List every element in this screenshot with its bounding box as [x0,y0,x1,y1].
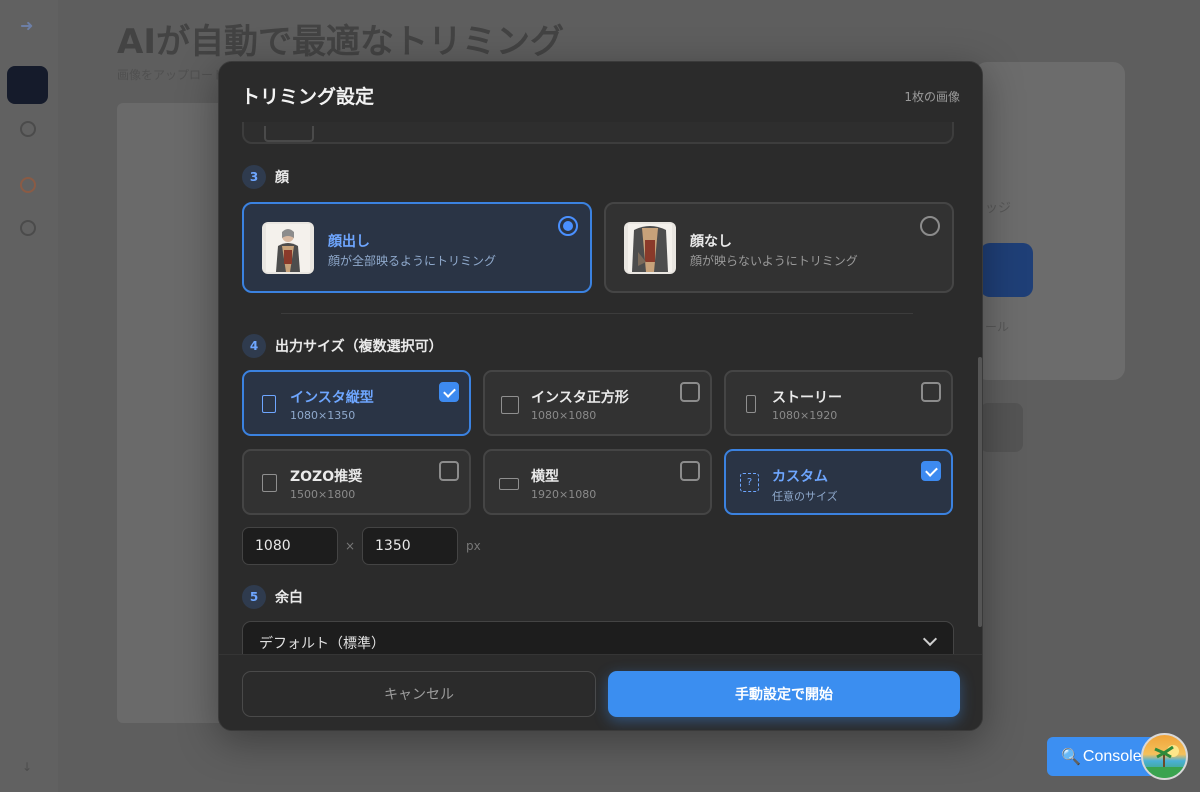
size-option-title: ZOZO推奨 [290,469,363,485]
size-option-title: カスタム [772,469,828,485]
background-sidebar: ➜ ↓ [0,0,58,792]
face-hide-description: 顔が映らないようにトリミング [690,254,858,268]
face-show-description: 顔が全部映るようにトリミング [328,254,497,268]
size-option-zozo[interactable]: ZOZO推奨 1500×1800 [242,449,471,515]
custom-size-icon: ? [740,473,759,492]
cancel-button[interactable]: キャンセル [242,671,596,717]
sidebar-gear-icon[interactable] [20,121,36,137]
insta-square-checkbox[interactable] [680,382,700,402]
avatar[interactable] [1141,733,1188,780]
face-show-radio[interactable] [558,216,578,236]
custom-checkbox[interactable] [921,461,941,481]
size-option-custom[interactable]: ? カスタム 任意のサイズ [724,449,953,515]
sidebar-collapse-icon[interactable]: ↓ [22,760,32,774]
times-separator: × [345,539,356,553]
modal-header: トリミング設定 1枚の画像 [219,62,982,122]
face-option-show[interactable]: 顔出し 顔が全部映るようにトリミング [242,202,592,293]
section-divider [281,313,913,314]
size-option-landscape[interactable]: 横型 1920×1080 [483,449,712,515]
background-right-text-2: ール [985,320,1010,334]
size-option-dimensions: 1080×1080 [531,409,597,422]
size-option-title: インスタ縦型 [290,390,374,406]
face-section-label: 顔 [275,170,289,186]
size-option-insta-square[interactable]: インスタ正方形 1080×1080 [483,370,712,436]
insta-portrait-checkbox[interactable] [439,382,459,402]
landscape-shape-icon [499,478,519,490]
size-option-dimensions: 1920×1080 [531,488,597,501]
story-checkbox[interactable] [921,382,941,402]
image-count: 1枚の画像 [904,90,960,104]
size-section-header: 4 出力サイズ（複数選択可） [242,334,443,358]
zozo-checkbox[interactable] [439,461,459,481]
background-page-title: AIが自動で最適なトリミング [117,22,564,62]
px-unit-label: px [466,539,481,553]
face-show-title: 顔出し [328,234,370,250]
sidebar-rss-icon[interactable] [20,177,36,193]
previous-section-chip [264,126,314,142]
face-hide-radio[interactable] [920,216,940,236]
size-section-number: 4 [242,334,266,358]
background-right-button [980,243,1033,297]
background-right-text: ッジ [985,201,1012,216]
console-label: Console [1082,747,1142,765]
custom-height-input[interactable] [362,527,458,565]
margin-section-header: 5 余白 [242,585,303,609]
magnifier-icon: 🔍 [1061,748,1081,766]
size-option-dimensions: 1500×1800 [290,488,356,501]
size-option-title: ストーリー [772,390,842,406]
face-option-hide[interactable]: 顔なし 顔が映らないようにトリミング [604,202,954,293]
sidebar-info-icon[interactable] [20,220,36,236]
modal-body[interactable]: 3 顔 顔出し 顔が全部映るようにトリミング 顔なし 顔が映らないようにトリミン… [219,62,982,654]
size-option-title: 横型 [531,469,559,485]
chevron-down-icon [922,631,938,647]
square-shape-icon [501,396,519,414]
face-show-thumbnail [262,222,314,274]
modal-title: トリミング設定 [241,86,375,108]
story-shape-icon [746,395,756,413]
size-option-dimensions: 1080×1920 [772,409,838,422]
background-upload-panel [117,103,227,723]
modal-scrollbar[interactable] [978,357,982,627]
margin-section-number: 5 [242,585,266,609]
sidebar-active-item[interactable] [7,66,48,104]
start-manual-button[interactable]: 手動設定で開始 [608,671,960,717]
sidebar-arrow-icon[interactable]: ➜ [20,16,33,35]
face-section-header: 3 顔 [242,165,289,189]
size-option-title: インスタ正方形 [531,390,629,406]
face-section-number: 3 [242,165,266,189]
face-hide-title: 顔なし [690,234,732,250]
custom-width-input[interactable] [242,527,338,565]
size-section-label: 出力サイズ（複数選択可） [275,339,443,355]
portrait-shape-icon [262,395,276,413]
size-option-dimensions: 1080×1350 [290,409,356,422]
trimming-settings-modal: 3 顔 顔出し 顔が全部映るようにトリミング 顔なし 顔が映らないようにトリミン… [218,61,983,731]
size-option-insta-portrait[interactable]: インスタ縦型 1080×1350 [242,370,471,436]
background-right-icon [980,403,1023,452]
margin-section-label: 余白 [275,590,303,606]
margin-select-value: デフォルト（標準） [259,636,385,652]
size-option-story[interactable]: ストーリー 1080×1920 [724,370,953,436]
zozo-shape-icon [262,474,277,492]
landscape-checkbox[interactable] [680,461,700,481]
margin-select[interactable]: デフォルト（標準） [242,621,954,654]
size-option-dimensions: 任意のサイズ [772,490,838,503]
modal-footer: キャンセル 手動設定で開始 [219,654,982,730]
face-hide-thumbnail [624,222,676,274]
